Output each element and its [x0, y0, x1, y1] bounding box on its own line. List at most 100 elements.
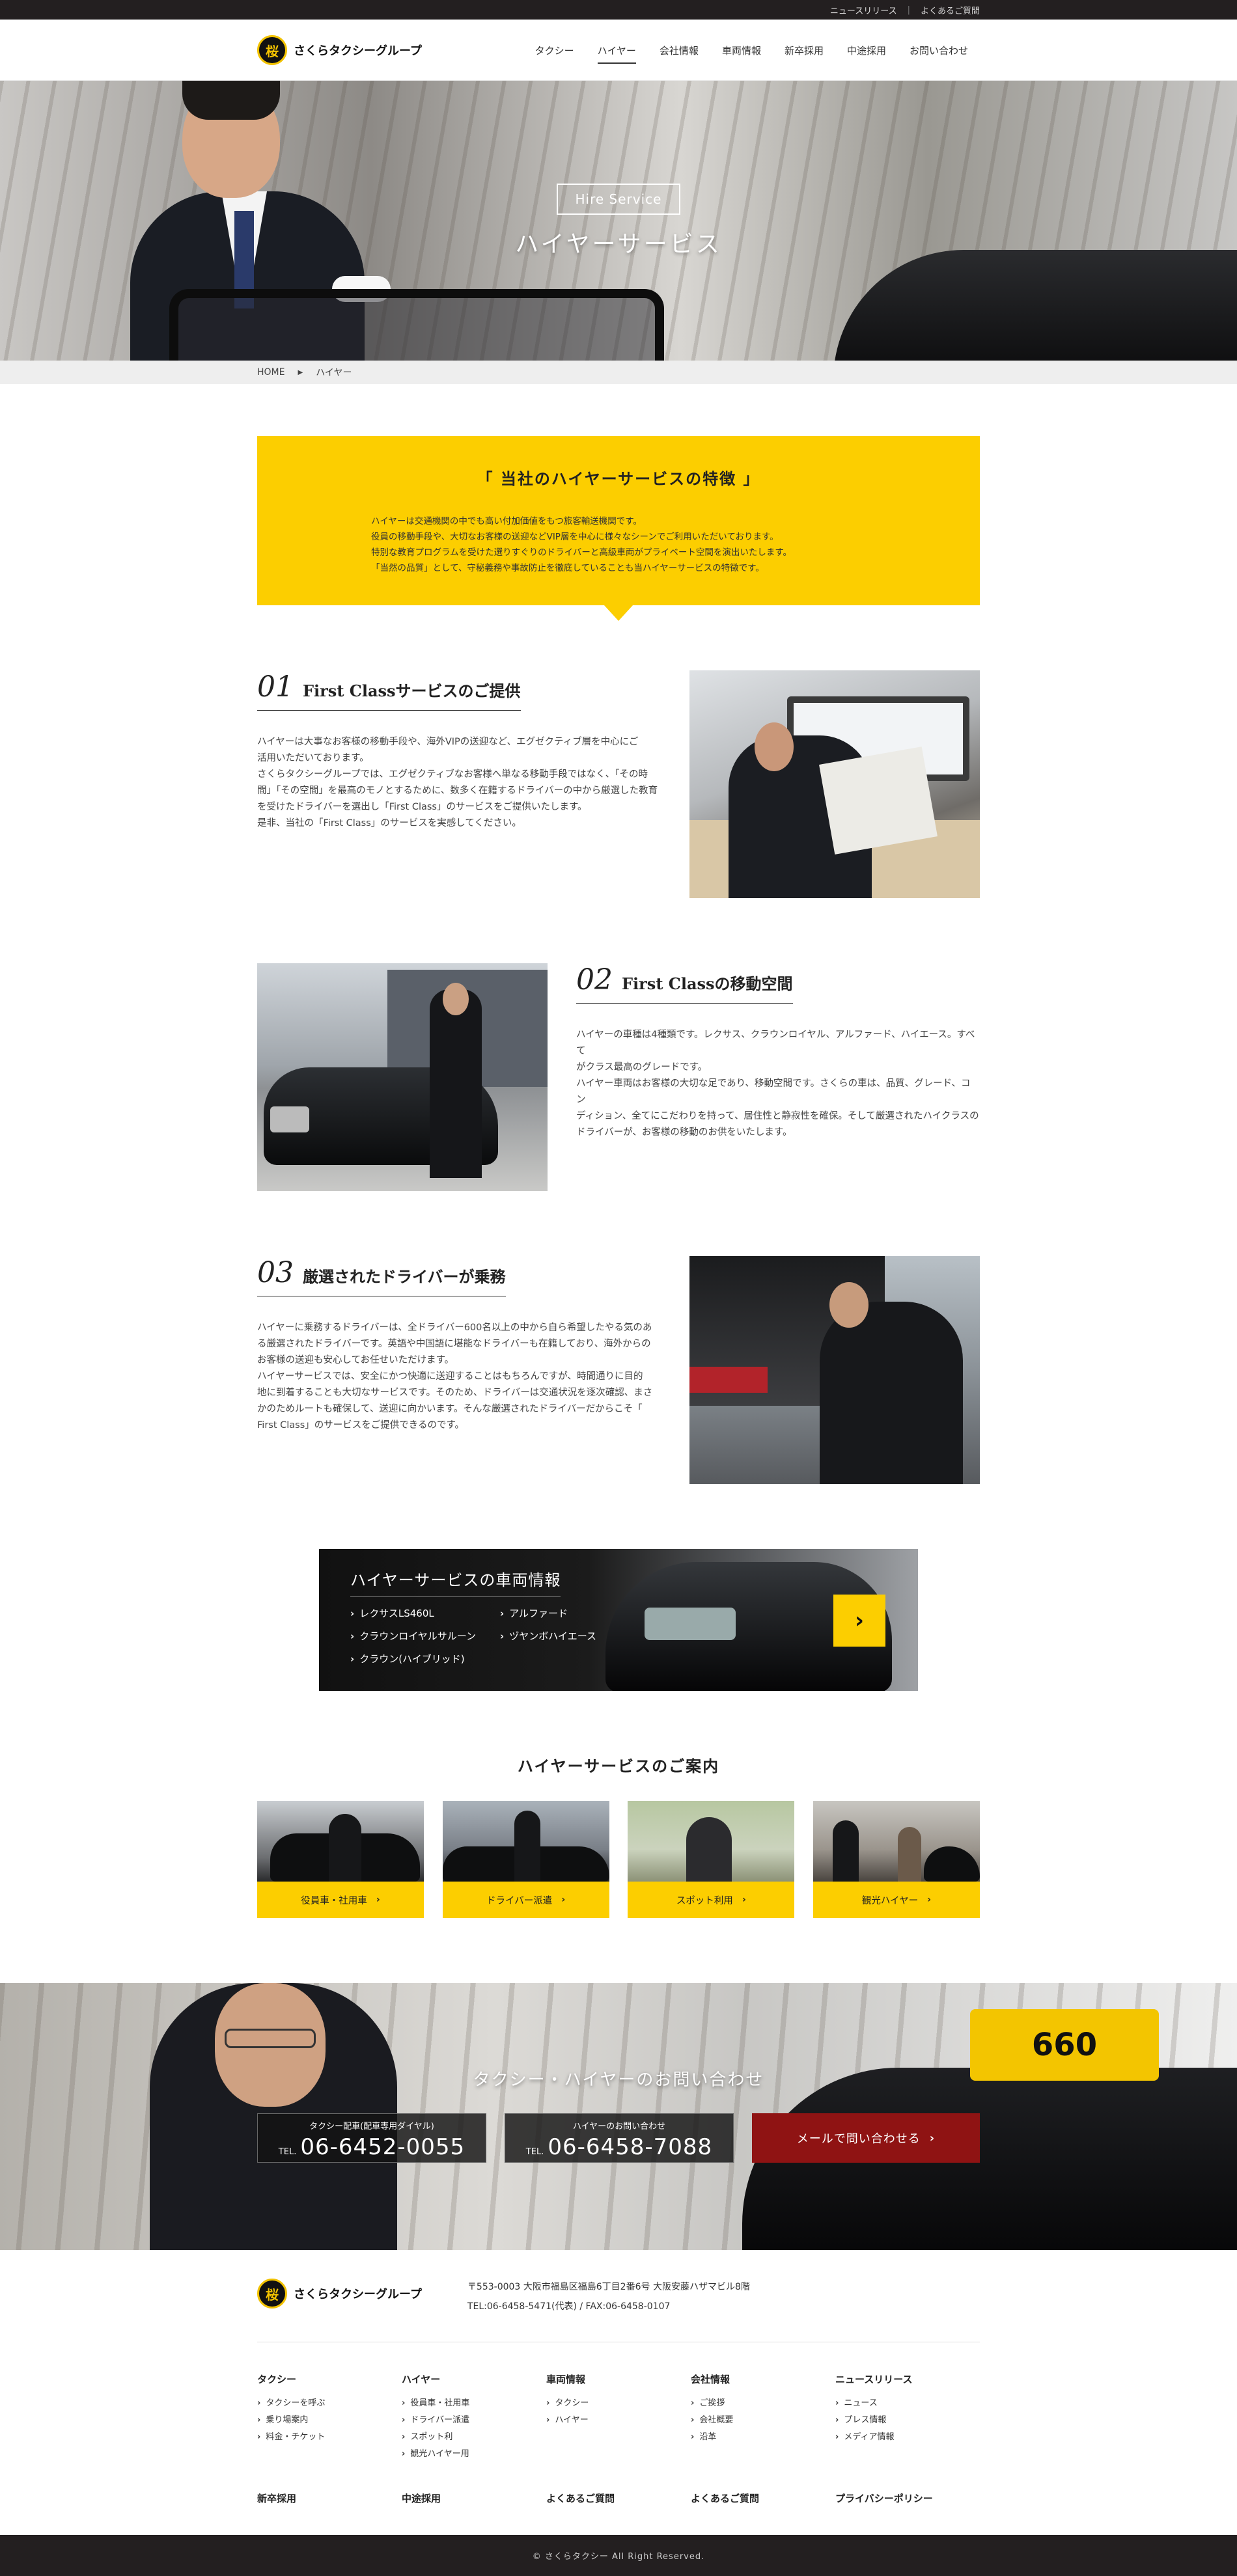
guide-card-sightseeing[interactable]: 観光ハイヤー: [813, 1801, 980, 1918]
footer-link-privacy[interactable]: プライバシーポリシー: [835, 2491, 980, 2505]
vehicle-item: ヅヤンボハイエース: [500, 1629, 630, 1643]
footer-link-faq[interactable]: よくあるご質問: [546, 2491, 691, 2505]
footer-link[interactable]: ハイヤー: [546, 2412, 691, 2429]
nav-taxi[interactable]: タクシー: [523, 36, 586, 65]
card-label: ドライバー派遣: [442, 1882, 609, 1918]
feature-line: ハイヤーサービスでは、安全にかつ快適に送迎することはもちろんですが、時間通りに目…: [257, 1371, 643, 1382]
feature-line: First Class」のサービスをご提供できるのです。: [257, 1420, 465, 1431]
hero-title: ハイヤーサービス: [515, 231, 722, 258]
phone-number: TEL. 06-6452-0055: [258, 2134, 486, 2160]
phone-caption: ハイヤーのお問い合わせ: [572, 2122, 666, 2131]
footer-link[interactable]: 沿革: [691, 2429, 835, 2446]
intro-box: 「 当社のハイヤーサービスの特徴 」 ハイヤーは交通機関の中でも高い付加価値をも…: [257, 436, 980, 621]
nav-contact[interactable]: お問い合わせ: [898, 36, 980, 65]
guide-card-driver-dispatch[interactable]: ドライバー派遣: [442, 1801, 609, 1918]
faq-link[interactable]: よくあるご質問: [921, 4, 980, 16]
footer-info: 桜 さくらタクシーグループ 〒553-0003 大阪市福島区福島6丁目2番6号 …: [257, 2279, 980, 2342]
feature-number: 03: [257, 1256, 294, 1289]
logo-mark-icon: 桜: [257, 35, 287, 65]
footer-col-news: ニュースリリース ニュース プレス情報 メディア情報: [835, 2372, 980, 2463]
feature-number: 02: [576, 963, 613, 996]
intro-line: 役員の移動手段や、大切なお客様の送迎などVIP層を中心に様々なシーンでご利用いた…: [371, 532, 779, 542]
feature-line: ハイヤー車両はお客様の大切な足であり、移動空間です。さくらの車は、品質、グレード…: [576, 1078, 971, 1105]
nav-company[interactable]: 会社情報: [648, 36, 710, 65]
footer-col-title[interactable]: タクシー: [257, 2372, 402, 2386]
logo-mark-icon: 桜: [257, 2279, 287, 2309]
contact-band: 660 タクシー・ハイヤーのお問い合わせ タクシー配車(配車専用ダイヤル) TE…: [0, 1983, 1237, 2250]
footer-link[interactable]: ドライバー派遣: [402, 2412, 546, 2429]
footer-col-title[interactable]: 会社情報: [691, 2372, 835, 2386]
footer-link[interactable]: タクシーを呼ぶ: [257, 2395, 402, 2412]
feature-02: 02 First Classの移動空間 ハイヤーの車種は4種類です。レクサス、ク…: [257, 963, 980, 1191]
taxi-phone-box[interactable]: タクシー配車(配車専用ダイヤル) TEL. 06-6452-0055: [257, 2113, 486, 2163]
hire-phone-box[interactable]: ハイヤーのお問い合わせ TEL. 06-6458-7088: [505, 2113, 734, 2163]
guide-title: ハイヤーサービスのご案内: [517, 1757, 720, 1775]
vehicle-item: クラウン(ハイブリッド): [350, 1652, 500, 1665]
feature-heading: 01 First Classサービスのご提供: [257, 670, 521, 711]
intro-line: 特別な教育プログラムを受けた選りすぐりのドライバーと高級車両がプライベート空間を…: [371, 547, 792, 558]
footer-link[interactable]: メディア情報: [835, 2429, 980, 2446]
person-shape: [832, 1820, 859, 1882]
intro-line: 「当然の品質」として、守秘義務や事故防止を徹底していることも当ハイヤーサービスの…: [371, 563, 764, 573]
arrow-right-icon[interactable]: ›: [833, 1595, 885, 1647]
feature-line: がクラス最高のグレードです。: [576, 1062, 708, 1073]
intro-line: ハイヤーは交通機関の中でも高い付加価値をもつ旅客輸送機関です。: [371, 516, 642, 527]
vehicle-item: レクサスLS460L: [350, 1606, 500, 1620]
footer-link-mid-career[interactable]: 中途採用: [402, 2491, 546, 2505]
feature-01: 01 First Classサービスのご提供 ハイヤーは大事なお客様の移動手段や…: [257, 670, 980, 898]
nav-mid-career[interactable]: 中途採用: [835, 36, 898, 65]
footer-logo[interactable]: 桜 さくらタクシーグループ: [257, 2279, 422, 2309]
person-shape: [329, 1814, 361, 1882]
person-shape: [897, 1827, 921, 1882]
footer-link[interactable]: タクシー: [546, 2395, 691, 2412]
guide-card-spot[interactable]: スポット利用: [628, 1801, 795, 1918]
nav-vehicles[interactable]: 車両情報: [710, 36, 773, 65]
hero-car-door: [169, 289, 664, 361]
feature-line: ハイヤーは大事なお客様の移動手段や、海外VIPの送迎など、エグゼクティブ層を中心…: [257, 737, 639, 747]
footer-link[interactable]: 観光ハイヤー用: [402, 2446, 546, 2463]
passenger-face: [755, 722, 794, 771]
car-grill: [270, 1106, 309, 1132]
card-photo: [628, 1801, 795, 1882]
footer-link[interactable]: ニュース: [835, 2395, 980, 2412]
footer-bottom-links: 新卒採用 中途採用 よくあるご質問 よくあるご質問 プライバシーポリシー: [257, 2491, 980, 2505]
glasses-shape: [225, 2029, 316, 2048]
footer-link[interactable]: スポット利: [402, 2429, 546, 2446]
driver: [820, 1302, 963, 1484]
vehicle-info-banner[interactable]: ハイヤーサービスの車両情報 レクサスLS460L アルファード クラウンロイヤル…: [319, 1549, 918, 1691]
footer-link[interactable]: 料金・チケット: [257, 2429, 402, 2446]
news-release-link[interactable]: ニュースリリース: [830, 4, 897, 16]
car-shape: [923, 1846, 980, 1882]
footer-col-title[interactable]: ニュースリリース: [835, 2372, 980, 2386]
mail-contact-button[interactable]: メールで問い合わせる: [752, 2113, 980, 2163]
logo-text: さくらタクシーグループ: [294, 44, 422, 58]
nav-new-grad[interactable]: 新卒採用: [773, 36, 835, 65]
feature-03: 03 厳選されたドライバーが乗務 ハイヤーに乗務するドライバーは、全ドライバー6…: [257, 1256, 980, 1484]
intro-title: 「 当社のハイヤーサービスの特徴 」: [477, 469, 760, 488]
nav-hire[interactable]: ハイヤー: [586, 36, 648, 65]
breadcrumb-current: ハイヤー: [316, 368, 352, 378]
footer-link[interactable]: 会社概要: [691, 2412, 835, 2429]
footer-link[interactable]: プレス情報: [835, 2412, 980, 2429]
guide-cards: 役員車・社用車 ドライバー派遣 スポット利用 観光ハイヤー: [257, 1801, 980, 1918]
feature-number: 01: [257, 670, 294, 704]
tel-digits: 06-6458-7088: [548, 2134, 713, 2160]
feature-text: 01 First Classサービスのご提供 ハイヤーは大事なお客様の移動手段や…: [257, 670, 667, 832]
footer-col-title[interactable]: 車両情報: [546, 2372, 691, 2386]
footer-col-hire: ハイヤー 役員車・社用車 ドライバー派遣 スポット利 観光ハイヤー用: [402, 2372, 546, 2463]
card-label: スポット利用: [628, 1882, 795, 1918]
footer-link[interactable]: ご挨拶: [691, 2395, 835, 2412]
guide-card-executive[interactable]: 役員車・社用車: [257, 1801, 424, 1918]
footer-col-title[interactable]: ハイヤー: [402, 2372, 546, 2386]
site-header: 桜 さくらタクシーグループ タクシー ハイヤー 会社情報 車両情報 新卒採用 中…: [0, 20, 1237, 81]
feature-title: First Classの移動空間: [622, 974, 793, 993]
footer-link[interactable]: 役員車・社用車: [402, 2395, 546, 2412]
site-logo[interactable]: 桜 さくらタクシーグループ: [257, 35, 422, 65]
site-footer: 桜 さくらタクシーグループ 〒553-0003 大阪市福島区福島6丁目2番6号 …: [0, 2250, 1237, 2505]
footer-link-faq[interactable]: よくあるご質問: [691, 2491, 835, 2505]
footer-link[interactable]: 乗り場案内: [257, 2412, 402, 2429]
driver-face: [443, 983, 469, 1015]
footer-link-new-grad[interactable]: 新卒採用: [257, 2491, 402, 2505]
feature-line: 是非、当社の「First Class」のサービスを実感してください。: [257, 818, 521, 829]
breadcrumb-home[interactable]: HOME: [257, 367, 285, 377]
